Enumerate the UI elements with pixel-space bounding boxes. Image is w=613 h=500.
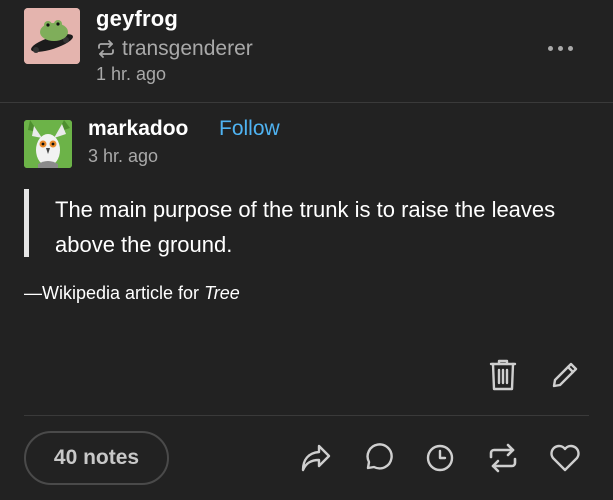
like-button[interactable] — [547, 440, 583, 476]
post-header: geyfrog transgenderer 1 hr. ago — [0, 0, 613, 102]
delete-button[interactable] — [485, 357, 521, 393]
speech-bubble-icon — [366, 443, 393, 470]
notes-button[interactable]: 40 notes — [24, 431, 169, 485]
heart-icon — [550, 444, 580, 472]
more-options-button[interactable] — [540, 36, 580, 60]
avatar[interactable] — [24, 8, 80, 64]
share-arrow-icon — [301, 444, 331, 472]
quote-attribution: —Wikipedia article for Tree — [24, 283, 240, 304]
attribution-title: Tree — [204, 283, 240, 303]
pencil-icon — [552, 362, 578, 388]
frog-avatar-image — [24, 8, 80, 64]
reply-button[interactable] — [360, 440, 396, 476]
more-dot — [567, 45, 573, 51]
reblog-source-name[interactable]: transgenderer — [122, 37, 253, 61]
queue-button[interactable] — [422, 440, 458, 476]
clock-icon — [426, 444, 454, 472]
follow-button[interactable]: Follow — [219, 117, 280, 141]
quote-bar — [24, 189, 29, 257]
trail-avatar[interactable] — [24, 120, 72, 168]
divider — [24, 415, 589, 416]
reblog-button[interactable] — [485, 440, 521, 476]
post-timestamp[interactable]: 1 hr. ago — [96, 64, 166, 85]
reblog-icon — [489, 443, 517, 473]
reblog-icon — [96, 39, 116, 59]
bird-avatar-image — [24, 120, 72, 168]
edit-button[interactable] — [547, 357, 583, 393]
share-button[interactable] — [298, 440, 334, 476]
quote-text: The main purpose of the trunk is to rais… — [55, 197, 556, 257]
attribution-prefix: —Wikipedia article for — [24, 283, 205, 303]
trash-icon — [489, 359, 517, 391]
post-card: geyfrog transgenderer 1 hr. ago markadoo… — [0, 0, 613, 500]
trail-timestamp[interactable]: 3 hr. ago — [88, 146, 158, 167]
trail-blog-name[interactable]: markadoo — [88, 117, 188, 141]
more-dots-icon — [547, 45, 553, 51]
blog-name[interactable]: geyfrog — [96, 6, 178, 32]
reblogged-from[interactable]: transgenderer — [96, 36, 253, 62]
divider — [0, 102, 613, 103]
more-dot — [557, 45, 563, 51]
